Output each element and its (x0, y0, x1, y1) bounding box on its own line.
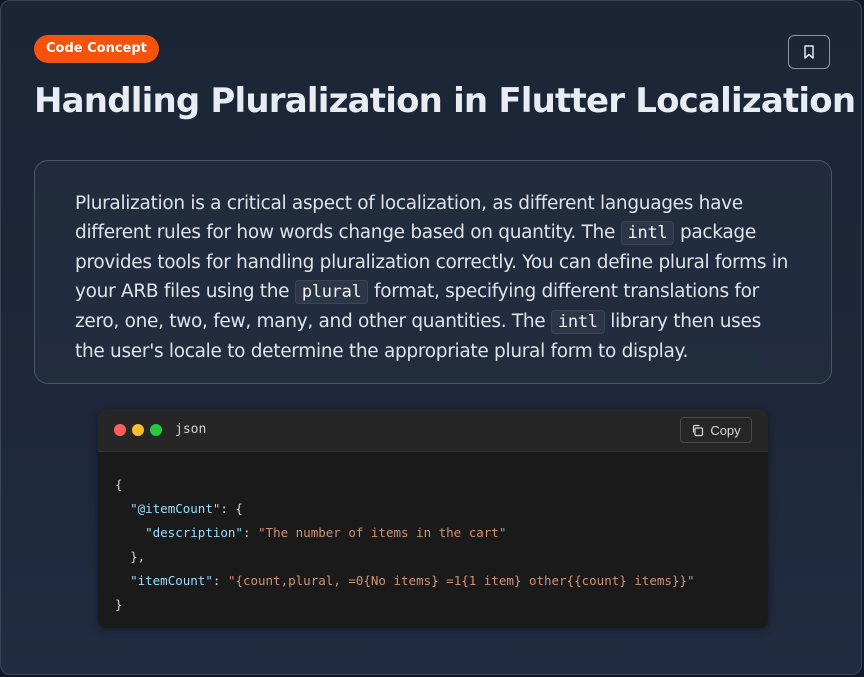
bookmark-icon (804, 45, 814, 59)
concept-card: Code Concept Handling Pluralization in F… (0, 0, 862, 675)
copy-button[interactable]: Copy (680, 417, 752, 443)
code-token: : { (220, 501, 243, 516)
description-text: Pluralization is a critical aspect of lo… (75, 189, 791, 366)
window-dot-red (114, 424, 126, 436)
concept-badge: Code Concept (34, 35, 159, 63)
description-box: Pluralization is a critical aspect of lo… (34, 160, 832, 384)
code-line: }, (115, 545, 751, 569)
code-token: { (115, 477, 123, 492)
page-title: Handling Pluralization in Flutter Locali… (34, 81, 856, 121)
window-dot-yellow (132, 424, 144, 436)
code-line: "description": "The number of items in t… (115, 521, 751, 545)
code-content: { "@itemCount": { "description": "The nu… (98, 452, 768, 617)
json-key: "description" (145, 525, 243, 540)
code-token: } (115, 597, 123, 612)
json-key: "itemCount" (130, 573, 213, 588)
json-string: "The number of items in the cart" (258, 525, 507, 540)
code-token: : (242, 525, 259, 540)
bookmark-button[interactable] (788, 35, 830, 69)
code-line: { (115, 473, 751, 497)
inline-code-intl: intl (620, 221, 675, 245)
window-dot-green (150, 424, 162, 436)
code-block: json Copy { "@itemCount": { "description… (98, 409, 768, 628)
copy-icon (693, 424, 704, 436)
code-header: json Copy (98, 409, 768, 452)
inline-code-intl: intl (550, 310, 605, 334)
code-token: }, (130, 549, 146, 564)
copy-label: Copy (710, 422, 741, 438)
inline-code-plural: plural (294, 280, 369, 304)
code-line: "@itemCount": { (115, 497, 751, 521)
code-line: "itemCount": "{count,plural, =0{No items… (115, 569, 751, 593)
code-line: } (115, 593, 751, 617)
code-language-label: json (175, 422, 207, 437)
code-token: : (212, 573, 228, 588)
json-string: "{count,plural, =0{No items} =1{1 item} … (227, 573, 695, 588)
json-key: "@itemCount" (130, 501, 221, 516)
